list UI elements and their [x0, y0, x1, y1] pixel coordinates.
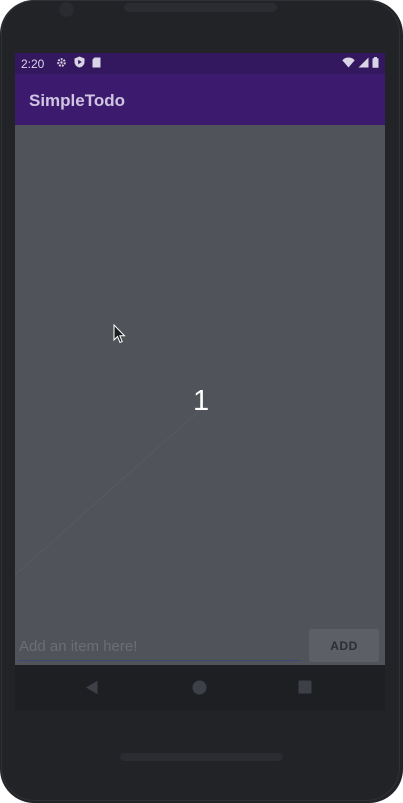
earpiece-speaker	[124, 3, 277, 12]
status-time: 2:20	[21, 57, 45, 71]
back-icon[interactable]	[85, 680, 99, 700]
front-camera	[59, 2, 74, 17]
home-icon[interactable]	[192, 680, 207, 700]
status-system-icons	[342, 57, 379, 71]
status-bar: 2:20	[15, 53, 385, 74]
bottom-speaker	[120, 753, 283, 761]
wifi-icon	[342, 57, 355, 71]
add-item-row: ADD	[15, 624, 385, 665]
device-screen: 2:20 SimpleTodo 1 Add an item here! ADD	[15, 53, 385, 665]
gear-icon	[56, 57, 67, 71]
add-button[interactable]: ADD	[309, 629, 379, 662]
new-item-input[interactable]	[18, 634, 301, 661]
battery-icon	[372, 57, 379, 71]
sd-card-icon	[92, 57, 101, 71]
device-frame: 2:20 SimpleTodo 1 Add an item here! ADD	[0, 0, 403, 803]
mouse-pointer-icon	[113, 323, 126, 349]
app-bar: SimpleTodo	[15, 74, 385, 125]
navigation-bar	[15, 665, 385, 710]
recents-icon[interactable]	[298, 680, 312, 699]
todo-list[interactable]: 1	[15, 125, 385, 665]
app-title: SimpleTodo	[29, 91, 126, 110]
list-item[interactable]: 1	[193, 385, 209, 418]
play-protect-icon	[74, 56, 85, 71]
status-notification-icons	[56, 56, 101, 71]
cellular-signal-icon	[358, 57, 369, 71]
